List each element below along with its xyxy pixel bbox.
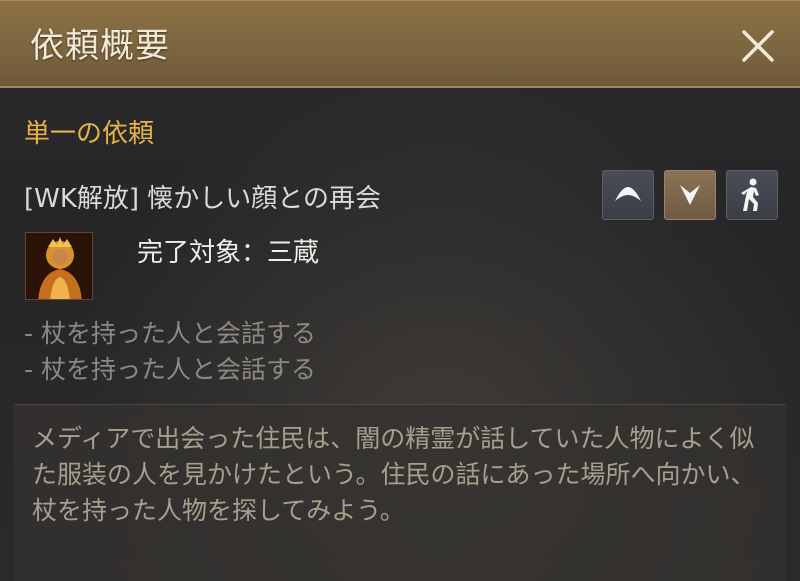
objective-item: - 杖を持った人と会話する	[24, 319, 316, 348]
close-icon	[742, 30, 774, 62]
move-down-button[interactable]	[664, 170, 716, 220]
completion-target: 完了対象：三蔵	[137, 238, 320, 268]
move-up-button[interactable]	[602, 170, 654, 220]
quest-category: 単一の依頼	[24, 119, 155, 149]
quest-description-box: メディアで出会った住民は、闇の精霊が話していた人物によく似た服装の人を見かけたと…	[14, 404, 786, 581]
title-bar: 依頼概要	[0, 0, 800, 88]
close-button[interactable]	[734, 22, 782, 70]
chevron-up-icon	[615, 187, 641, 201]
quest-name: [WK解放] 懐かしい顔との再会	[24, 184, 382, 214]
target-portrait	[25, 232, 93, 300]
auto-walk-button[interactable]	[726, 170, 778, 220]
npc-portrait-image	[26, 233, 92, 299]
window-title: 依頼概要	[30, 26, 170, 66]
objective-item: - 杖を持った人と会話する	[24, 355, 316, 384]
quest-description: メディアで出会った住民は、闇の精霊が話していた人物によく似た服装の人を見かけたと…	[32, 424, 756, 525]
quest-summary-window: 依頼概要 単一の依頼 [WK解放] 懐かしい顔との再会 完了対象：三蔵 - 杖を…	[0, 0, 800, 581]
auto-walk-icon	[741, 178, 759, 211]
chevron-down-icon	[680, 185, 700, 205]
